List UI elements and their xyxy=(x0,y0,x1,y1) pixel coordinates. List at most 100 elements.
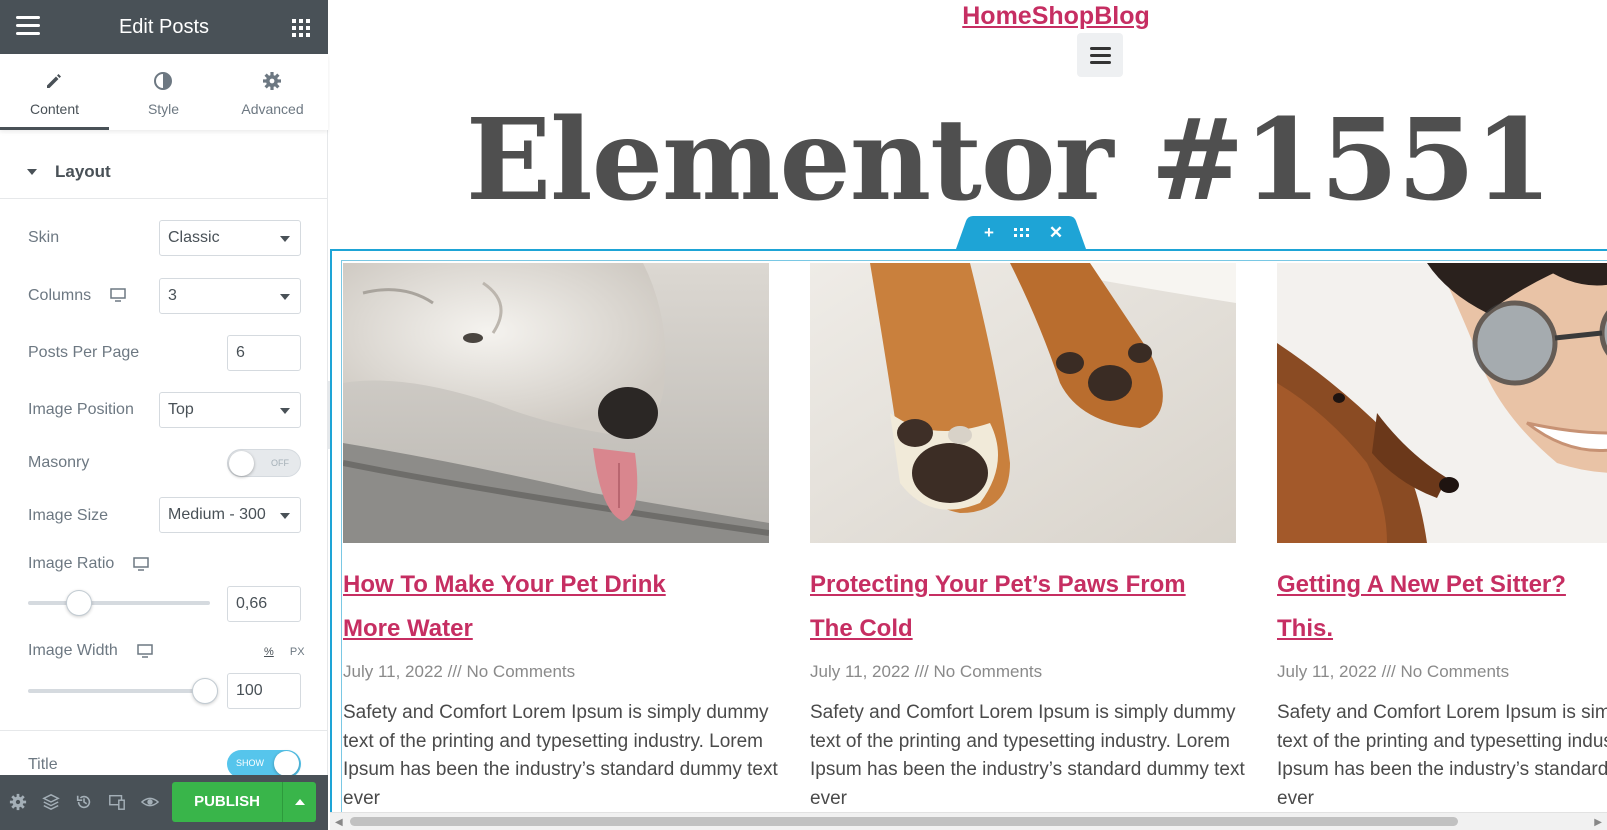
site-title-link[interactable]: HomeShopBlog xyxy=(962,2,1150,30)
preview-frame: HomeShopBlog Elementor #1551 + ✕ How To … xyxy=(330,0,1607,830)
post-excerpt: Safety and Comfort Lorem Ipsum is simply… xyxy=(810,702,1245,809)
image-position-select[interactable]: Top xyxy=(159,392,301,428)
image-size-label: Image Size xyxy=(28,507,109,524)
dropdown-arrow-icon xyxy=(280,513,290,519)
unit-px[interactable]: PX xyxy=(290,646,305,658)
page-title: Elementor #1551 xyxy=(465,95,1552,226)
masonry-toggle[interactable]: OFF xyxy=(227,449,301,477)
widgets-grid-icon[interactable] xyxy=(292,19,310,37)
skin-label: Skin xyxy=(28,229,60,246)
post-title-line: Protecting Your Pet’s Paws From xyxy=(810,571,1186,598)
tab-advanced[interactable]: Advanced xyxy=(218,54,327,130)
title-label: Title xyxy=(28,756,58,773)
dropdown-arrow-icon xyxy=(280,294,290,300)
section-layout-label: Layout xyxy=(55,162,111,181)
slider-handle[interactable] xyxy=(191,678,218,704)
scrollbar-thumb[interactable] xyxy=(350,817,1458,826)
panel-title: Edit Posts xyxy=(118,16,210,38)
image-ratio-label: Image Ratio xyxy=(28,555,115,572)
image-ratio-input[interactable]: 0,66 xyxy=(227,586,301,622)
control-divider xyxy=(0,730,328,731)
caret-down-icon xyxy=(27,169,37,175)
posts-per-page-label: Posts Per Page xyxy=(28,344,140,361)
masonry-toggle-state: OFF xyxy=(271,458,289,468)
post-meta: July 11, 2022 /// No Comments xyxy=(343,662,576,681)
image-position-label: Image Position xyxy=(28,401,134,418)
image-ratio-slider[interactable] xyxy=(28,590,210,616)
site-menu-toggle[interactable] xyxy=(1077,33,1123,77)
image-size-select-value: Medium - 300 xyxy=(168,506,266,523)
image-width-input[interactable]: 100 xyxy=(227,673,301,709)
history-icon[interactable] xyxy=(75,793,93,811)
pencil-icon xyxy=(47,74,61,88)
post-meta: July 11, 2022 /// No Comments xyxy=(810,662,1043,681)
image-width-label: Image Width xyxy=(28,642,118,659)
dropdown-arrow-icon xyxy=(280,408,290,414)
columns-select[interactable]: 3 xyxy=(159,278,301,314)
tab-content[interactable]: Content xyxy=(0,54,109,130)
desktop-icon[interactable] xyxy=(137,644,153,658)
dropdown-arrow-icon xyxy=(280,236,290,242)
post-title-line: How To Make Your Pet Drink xyxy=(343,571,666,598)
posts-per-page-input[interactable]: 6 xyxy=(227,335,301,371)
editor-panel: Edit Posts Content Style Advanced Layout… xyxy=(0,0,328,830)
section-handle: + ✕ xyxy=(956,216,1086,249)
publish-button[interactable]: PUBLISH xyxy=(172,782,282,822)
post-title-line: This. xyxy=(1277,615,1334,642)
slider-handle[interactable] xyxy=(65,590,92,616)
half-circle-icon xyxy=(154,72,172,90)
site-title: HomeShopBlog xyxy=(330,2,1607,31)
panel-tabs: Content Style Advanced xyxy=(0,54,328,130)
masonry-label: Masonry xyxy=(28,454,90,471)
title-toggle[interactable]: SHOW xyxy=(227,750,301,778)
drag-section-icon[interactable] xyxy=(1012,224,1032,242)
desktop-icon[interactable] xyxy=(110,288,126,302)
post-excerpt: Safety and Comfort Lorem Ipsum is simply… xyxy=(1277,702,1607,809)
post-thumbnail-man-with-dog[interactable] xyxy=(1277,263,1607,543)
desktop-icon[interactable] xyxy=(133,557,149,571)
columns-select-value: 3 xyxy=(168,287,177,304)
publish-options-button[interactable] xyxy=(282,782,316,822)
post-title-link[interactable]: Protecting Your Pet’s Paws From The Cold xyxy=(810,563,1240,651)
scroll-right-arrow-icon[interactable]: ▶ xyxy=(1594,817,1602,828)
layers-icon[interactable] xyxy=(42,793,60,811)
tab-advanced-label: Advanced xyxy=(241,101,304,117)
post-meta: July 11, 2022 /// No Comments xyxy=(1277,662,1510,681)
panel-header: Edit Posts xyxy=(0,0,328,54)
delete-section-icon[interactable]: ✕ xyxy=(1046,224,1066,242)
responsive-mode-icon[interactable] xyxy=(108,793,126,811)
hamburger-menu-icon[interactable] xyxy=(16,16,40,38)
scroll-left-arrow-icon[interactable]: ◀ xyxy=(335,817,343,828)
panel-footer: PUBLISH xyxy=(0,775,328,830)
unit-switcher: % PX xyxy=(264,646,305,658)
post-title-link[interactable]: Getting A New Pet Sitter? This. xyxy=(1277,563,1607,651)
tab-style[interactable]: Style xyxy=(109,54,218,130)
section-layout-header[interactable]: Layout xyxy=(0,145,328,199)
tab-content-label: Content xyxy=(29,101,80,117)
post-title-line: More Water xyxy=(343,615,473,642)
add-section-icon[interactable]: + xyxy=(979,224,999,242)
horizontal-scrollbar[interactable]: ◀ ▶ xyxy=(330,812,1607,830)
columns-label: Columns xyxy=(28,287,92,304)
caret-up-icon xyxy=(295,799,305,805)
post-title-link[interactable]: How To Make Your Pet Drink More Water xyxy=(343,563,773,651)
post-title-line: The Cold xyxy=(810,615,913,642)
settings-gear-icon[interactable] xyxy=(9,793,27,811)
toggle-knob xyxy=(229,451,254,476)
toggle-knob xyxy=(274,751,299,776)
post-thumbnail-dog-drinking[interactable] xyxy=(343,263,769,543)
post-title-line: Getting A New Pet Sitter? xyxy=(1277,571,1566,598)
post-excerpt: Safety and Comfort Lorem Ipsum is simply… xyxy=(343,702,778,809)
image-width-slider[interactable] xyxy=(28,678,218,704)
image-position-select-value: Top xyxy=(168,401,194,418)
post-thumbnail-dog-paws[interactable] xyxy=(810,263,1236,543)
tab-style-label: Style xyxy=(147,101,180,117)
unit-percent[interactable]: % xyxy=(264,646,274,658)
title-toggle-state: SHOW xyxy=(236,758,264,768)
skin-select[interactable]: Classic xyxy=(159,220,301,256)
image-size-select[interactable]: Medium - 300 xyxy=(159,497,301,533)
elementor-editor: Edit Posts Content Style Advanced Layout… xyxy=(0,0,1607,830)
gear-icon xyxy=(263,72,281,90)
preview-eye-icon[interactable] xyxy=(141,793,159,811)
skin-select-value: Classic xyxy=(168,229,220,246)
